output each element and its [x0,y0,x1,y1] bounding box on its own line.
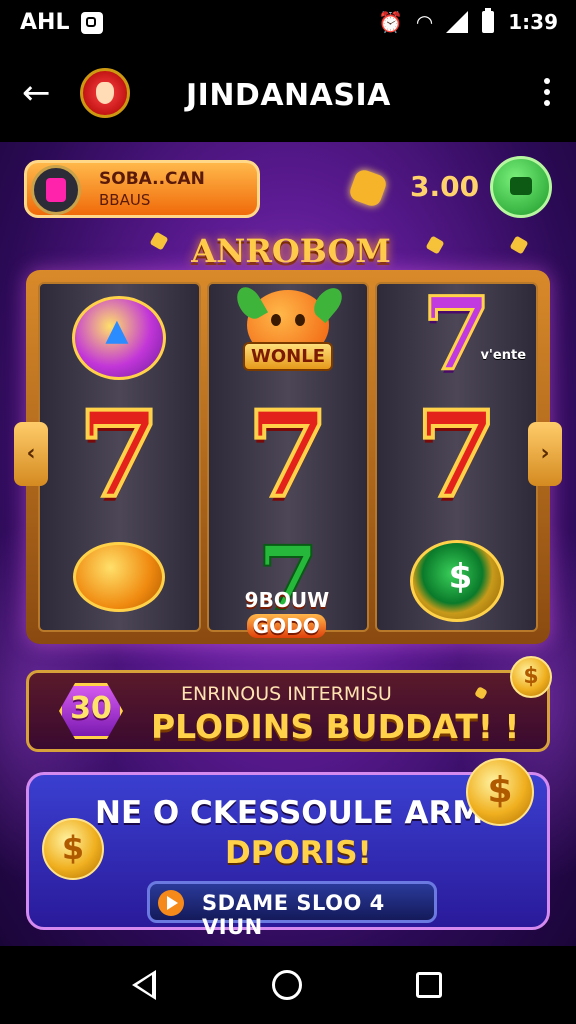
status-left: AHL [20,10,104,35]
bonus-panel[interactable]: SOBA..CAN BBAUS [24,160,260,218]
play-button-label: SDAME SLOO 4 VIUN [202,891,385,939]
nav-recents-icon[interactable] [416,972,442,998]
slot-title: ANROBOM [191,232,391,270]
badge-number: 30 [70,691,112,726]
bonus-line-1: SOBA..CAN [99,169,205,189]
right-arrow-button[interactable]: › [528,422,562,486]
coin-icon [347,167,389,209]
seven-symbol: 7 [245,385,331,524]
slot-machine: 7 WONLE 7 7 9BOUW GODO 7 v'ente 7 [26,270,550,644]
promo2-line-2: DPORIS! [225,835,372,871]
fruit-eyes [271,314,305,326]
notification-icon [81,11,104,34]
app-title: JINDANASIA [186,78,391,113]
gold-coin-symbol [73,542,166,612]
promo1-line-1: ENRINOUS INTERMISU [181,683,392,705]
promo-banner-1[interactable]: 30 ENRINOUS INTERMISU PLODINS BUDDAT! ! [26,670,550,752]
navigation-bar [0,946,576,1024]
promo1-line-2: PLODINS BUDDAT! ! [151,707,520,746]
sparkle-icon [425,235,445,255]
player-avatar [31,165,81,215]
balance-value: 3.00 [410,170,480,203]
reel-1: 7 [38,282,201,632]
carrier-text: AHL [20,10,70,35]
app-bar: ← JINDANASIA [0,48,576,142]
reel-3-tag: v'ente [480,348,527,363]
bonus-label-1: 9BOUW [244,588,330,612]
gem-symbol [72,296,167,380]
game-area: SOBA..CAN BBAUS 3.00 ANROBOM 7 WONLE 7 [0,142,576,946]
wallet-button[interactable] [490,156,552,218]
balance-panel: 3.00 [340,154,552,220]
sparkle-icon [149,231,169,251]
battery-icon [482,8,495,33]
wifi-icon: ◠ [416,10,433,34]
clock: 1:39 [508,10,558,34]
play-icon [158,890,184,916]
promo2-line-1: NE O CKESSOULE ARM [95,795,484,831]
seven-symbol: 7 [76,385,162,524]
purple-seven-symbol: 7 [420,275,493,393]
back-arrow-icon[interactable]: ← [22,76,51,110]
dollar-coin-icon: $ [42,818,104,880]
sparkle-icon [509,235,529,255]
wonle-badge: WONLE [243,342,333,371]
signal-icon [446,11,469,33]
dollar-coin-icon: $ [466,758,534,826]
nav-home-icon[interactable] [272,970,302,1000]
bonus-label-2: GODO [246,614,326,638]
reels: 7 WONLE 7 7 9BOUW GODO 7 v'ente 7 [38,275,539,638]
green-coin-symbol [409,540,504,622]
left-arrow-button[interactable]: ‹ [14,422,48,486]
alarm-icon: ⏰ [377,10,403,34]
reel-2: WONLE 7 7 9BOUW GODO [206,282,370,638]
reel-3: 7 v'ente 7 [375,275,539,632]
seven-symbol: 7 [414,385,500,524]
more-options-icon[interactable] [544,78,552,106]
dollar-coin-icon: $ [510,656,552,698]
nav-back-icon[interactable] [132,970,156,1000]
status-bar: AHL ⏰ ◠ 1:39 [0,0,576,48]
play-button[interactable]: SDAME SLOO 4 VIUN [147,881,437,939]
status-right: ⏰ ◠ 1:39 [377,8,558,34]
bonus-line-2: BBAUS [99,191,151,209]
app-logo [80,68,130,118]
